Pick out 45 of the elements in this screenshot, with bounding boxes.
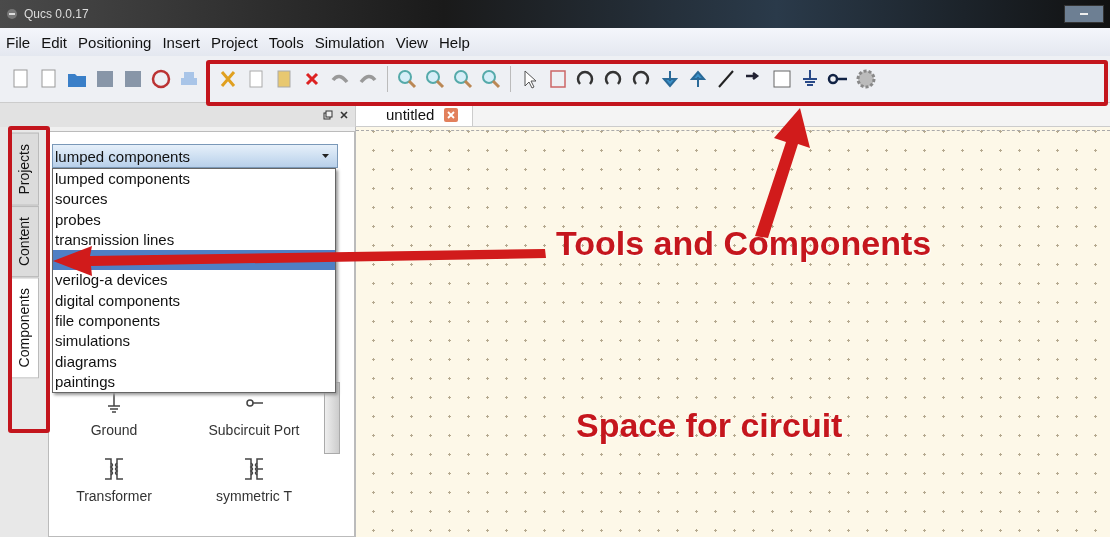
annotation-text: Space for circuit bbox=[576, 406, 843, 445]
close-icon[interactable] bbox=[339, 110, 349, 120]
wire-icon[interactable] bbox=[715, 68, 737, 90]
close-document-icon[interactable] bbox=[150, 68, 172, 90]
component-label: Subcircuit Port bbox=[208, 422, 300, 438]
menu-item[interactable]: Insert bbox=[162, 33, 200, 51]
menu-item[interactable]: Project bbox=[210, 33, 258, 51]
component-label: symmetric T bbox=[216, 488, 292, 504]
dropdown-option[interactable]: diagrams bbox=[53, 351, 335, 372]
save-all-icon[interactable] bbox=[122, 68, 144, 90]
dropdown-option[interactable]: simulations bbox=[53, 331, 335, 352]
menu-item[interactable]: Help bbox=[438, 33, 470, 51]
component-label: Transformer bbox=[76, 488, 152, 504]
zoom-selection-icon[interactable] bbox=[424, 68, 446, 90]
move-up-icon[interactable] bbox=[687, 68, 709, 90]
dropdown-option[interactable]: lumped components bbox=[53, 169, 335, 190]
zoom-in-icon[interactable] bbox=[452, 68, 474, 90]
gear-icon[interactable] bbox=[855, 68, 877, 90]
zoom-out-icon[interactable] bbox=[480, 68, 502, 90]
menu-item[interactable]: Edit bbox=[41, 33, 68, 51]
dropdown-option[interactable]: paintings bbox=[53, 371, 335, 393]
window-title: Qucs 0.0.17 bbox=[24, 7, 89, 21]
menu-item[interactable]: Tools bbox=[268, 33, 304, 51]
dropdown-option[interactable]: file components bbox=[53, 311, 335, 332]
schematic-canvas[interactable] bbox=[355, 127, 1110, 537]
menu-item[interactable]: File bbox=[6, 33, 31, 51]
minimize-icon bbox=[1080, 13, 1088, 15]
menu-item[interactable]: Positioning bbox=[78, 33, 152, 51]
save-icon[interactable] bbox=[94, 68, 116, 90]
move-down-icon[interactable] bbox=[659, 68, 681, 90]
float-icon[interactable] bbox=[323, 110, 333, 120]
category-dropdown[interactable]: lumped components bbox=[52, 144, 338, 168]
component-label: Ground bbox=[90, 422, 138, 438]
menu-item[interactable]: Simulation bbox=[314, 33, 385, 51]
dropdown-option[interactable]: sources bbox=[53, 189, 335, 210]
app-icon bbox=[6, 8, 18, 20]
zoom-fit-icon[interactable] bbox=[396, 68, 418, 90]
dropdown-option[interactable]: probes bbox=[53, 209, 335, 230]
dropdown-option[interactable]: verilog-a devices bbox=[53, 270, 335, 291]
annotation-text: Tools and Components bbox=[556, 224, 932, 263]
dropdown-option[interactable]: transmission lines bbox=[53, 229, 335, 251]
menu-item[interactable]: View bbox=[395, 33, 428, 51]
dropdown-option[interactable]: digital components bbox=[53, 290, 335, 312]
minimize-button[interactable] bbox=[1064, 5, 1104, 23]
dropdown-arrow-icon bbox=[322, 154, 329, 158]
